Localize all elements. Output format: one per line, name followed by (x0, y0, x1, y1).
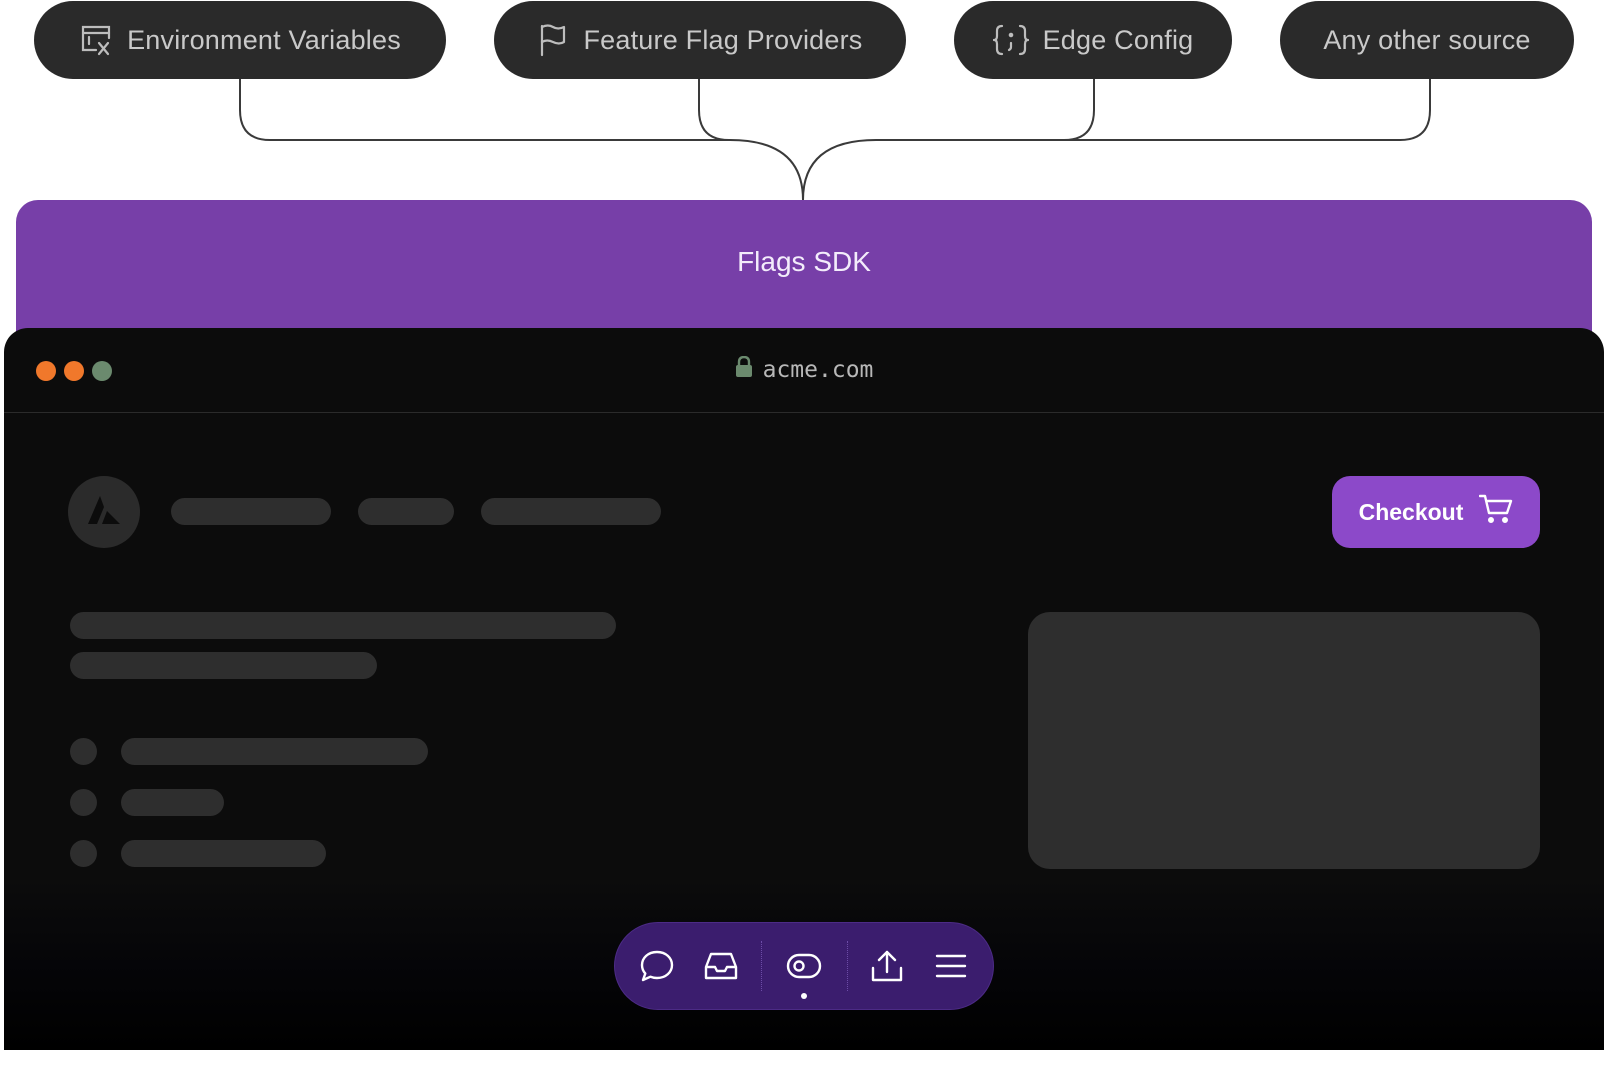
acme-logo-icon (87, 495, 121, 530)
nav-placeholder-2[interactable] (358, 498, 454, 525)
nav-placeholder-3[interactable] (481, 498, 661, 525)
source-environment-variables: Environment Variables (34, 1, 446, 79)
subheadline-placeholder (70, 652, 377, 679)
active-indicator (801, 993, 807, 999)
source-feature-flag-providers: Feature Flag Providers (494, 1, 906, 79)
list-bullet (70, 789, 97, 816)
source-edge-config: Edge Config (954, 1, 1232, 79)
nav-placeholder-1[interactable] (171, 498, 331, 525)
source-label: Feature Flag Providers (583, 24, 863, 55)
url-text: acme.com (762, 357, 874, 383)
browser-titlebar: acme.com (4, 328, 1604, 413)
cart-icon (1479, 494, 1513, 530)
list-bullet (70, 738, 97, 765)
comment-icon[interactable] (637, 946, 677, 986)
eye-icon[interactable] (784, 946, 824, 986)
source-label: Edge Config (1042, 24, 1194, 55)
browser-window: acme.com Checkout (4, 328, 1604, 1050)
sdk-label: Flags SDK (737, 246, 871, 277)
share-icon[interactable] (867, 946, 907, 986)
toolbar-separator (847, 941, 848, 991)
flags-sdk: Flags SDK (16, 200, 1592, 340)
env-variable-icon (79, 23, 113, 57)
list-item-placeholder (121, 738, 428, 765)
checkout-button[interactable]: Checkout (1332, 476, 1540, 548)
source-label: Any other source (1323, 24, 1531, 55)
source-label: Environment Variables (127, 24, 401, 55)
connector-other (802, 78, 1431, 201)
flag-icon (537, 23, 569, 57)
connector-flags (698, 78, 730, 141)
checkout-label: Checkout (1358, 498, 1464, 525)
list-bullet (70, 840, 97, 867)
menu-icon[interactable] (931, 946, 971, 986)
source-any-other: Any other source (1280, 1, 1574, 79)
list-item-placeholder (121, 840, 326, 867)
image-placeholder-card (1028, 612, 1540, 869)
address-bar[interactable]: acme.com (4, 355, 1604, 384)
site-logo[interactable] (68, 476, 140, 548)
headline-placeholder (70, 612, 616, 639)
list-item-placeholder (121, 789, 224, 816)
braces-icon (992, 23, 1029, 57)
connector-edge (876, 78, 1095, 141)
toolbar-separator (761, 941, 762, 991)
lock-icon (735, 355, 753, 384)
flags-toolbar (614, 922, 994, 1010)
inbox-icon[interactable] (701, 946, 741, 986)
